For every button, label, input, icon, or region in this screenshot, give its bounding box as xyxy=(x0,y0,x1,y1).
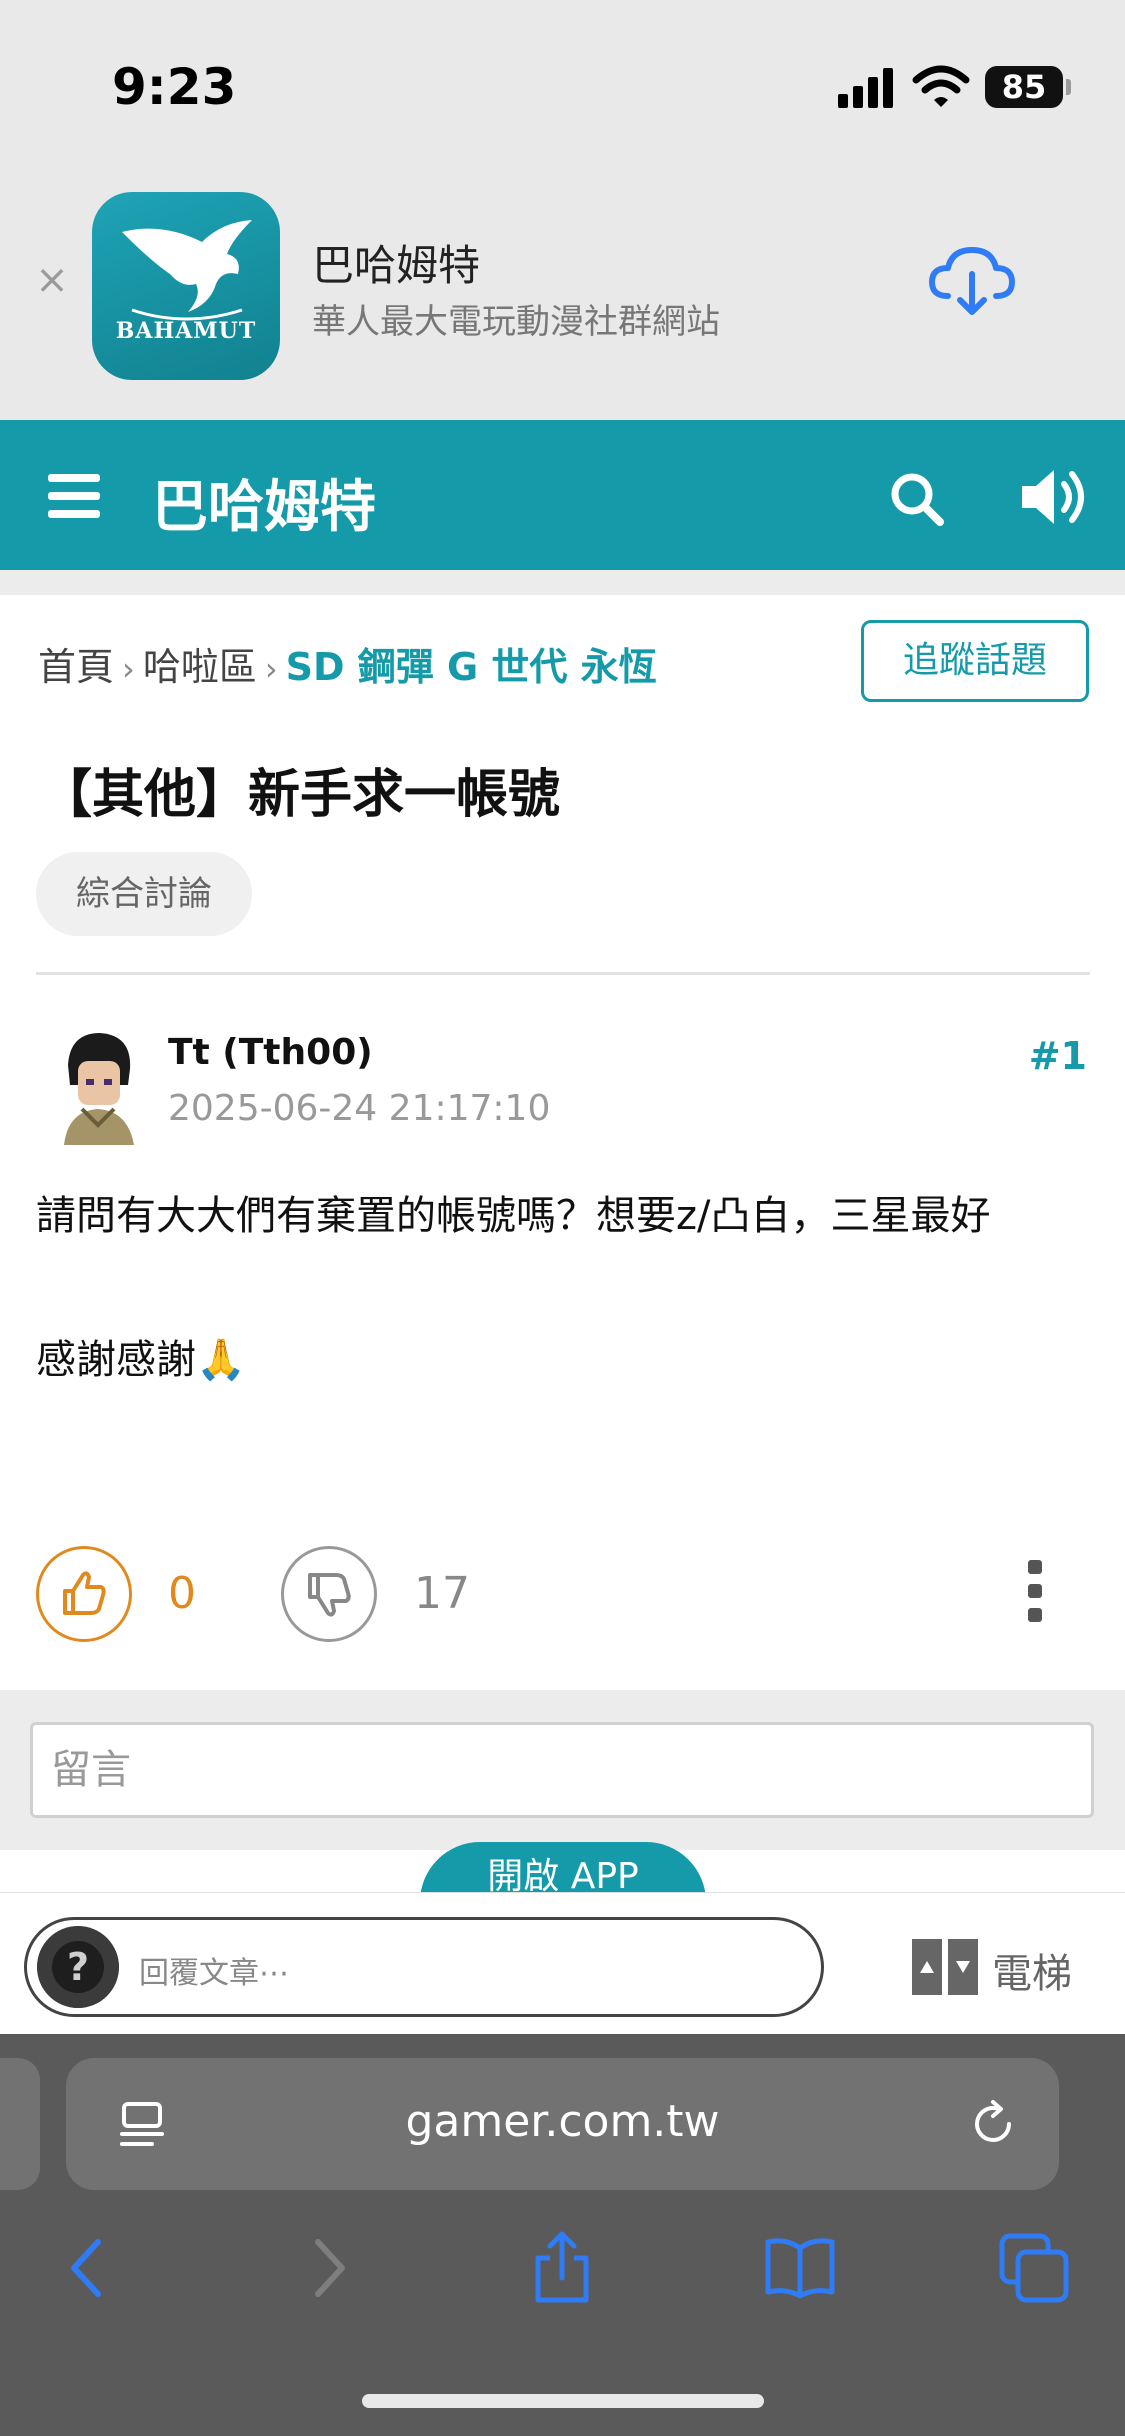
user-avatar-icon: ? xyxy=(37,1926,119,2008)
reply-placeholder: 回覆文章⋯ xyxy=(139,1956,289,1991)
search-icon[interactable] xyxy=(888,470,946,528)
speaker-icon[interactable] xyxy=(1018,466,1090,528)
dragon-logo-icon xyxy=(122,220,252,321)
forward-icon[interactable] xyxy=(290,2230,366,2306)
menu-icon[interactable] xyxy=(48,474,100,518)
home-indicator[interactable] xyxy=(362,2394,764,2408)
status-bar: 9:23 85 xyxy=(0,0,1125,170)
breadcrumb-section[interactable]: 哈啦區 xyxy=(143,645,257,689)
breadcrumb-current[interactable]: SD 鋼彈 G 世代 永恆 xyxy=(286,645,657,689)
floor-number[interactable]: #1 xyxy=(1029,1034,1087,1078)
elevator-label[interactable]: 電梯 xyxy=(992,1941,1072,1999)
breadcrumb-home[interactable]: 首頁 xyxy=(38,645,114,689)
reload-icon[interactable] xyxy=(967,2098,1019,2150)
divider xyxy=(36,972,1090,975)
url-text[interactable]: gamer.com.tw xyxy=(66,2096,1059,2147)
app-icon-label: BAHAMUT xyxy=(115,318,257,344)
browser-toolbar: gamer.com.tw xyxy=(0,2034,1125,2436)
post-body-line: 請問有大大們有棄置的帳號嗎？想要z/凸自，三星最好 xyxy=(36,1193,991,1239)
comment-input[interactable]: 留言 xyxy=(30,1722,1094,1818)
section-divider xyxy=(0,570,1125,595)
author-avatar[interactable] xyxy=(48,1025,148,1145)
category-chip[interactable]: 綜合討論 xyxy=(36,852,252,936)
bookmarks-icon[interactable] xyxy=(762,2230,838,2306)
post-title: 【其他】新手求一帳號 xyxy=(40,765,561,825)
reply-bar: ? 回覆文章⋯ 電梯 xyxy=(0,1892,1125,2034)
chevron-right-icon: › xyxy=(264,650,278,688)
like-count: 0 xyxy=(168,1568,196,1619)
thumbs-up-icon xyxy=(63,1571,106,1615)
dislike-button[interactable] xyxy=(281,1546,377,1642)
dislike-count: 17 xyxy=(414,1568,470,1619)
reply-input[interactable]: ? 回覆文章⋯ xyxy=(24,1917,824,2017)
tabs-icon[interactable] xyxy=(996,2230,1072,2306)
chevron-right-icon: › xyxy=(122,650,135,688)
previous-tab[interactable] xyxy=(0,2058,40,2190)
site-title[interactable]: 巴哈姆特 xyxy=(152,462,376,543)
author-name[interactable]: Tt (Tth00) xyxy=(168,1032,373,1073)
back-icon[interactable] xyxy=(50,2230,126,2306)
app-name: 巴哈姆特 xyxy=(312,241,481,290)
follow-topic-button[interactable]: 追蹤話題 xyxy=(861,620,1089,702)
more-options-icon[interactable] xyxy=(1025,1560,1045,1626)
elevator-icon[interactable] xyxy=(912,1939,978,1995)
close-icon[interactable]: × xyxy=(34,260,70,300)
status-time: 9:23 xyxy=(112,58,237,116)
address-bar[interactable]: gamer.com.tw xyxy=(66,2058,1059,2190)
app-description: 華人最大電玩動漫社群網站 xyxy=(312,302,720,342)
thumbs-down-icon xyxy=(308,1573,351,1617)
post-timestamp: 2025-06-24 21:17:10 xyxy=(168,1088,551,1129)
app-icon[interactable]: BAHAMUT xyxy=(92,192,280,380)
smart-app-banner: × BAHAMUT 巴哈姆特 華人最大電玩動漫社群網站 xyxy=(0,170,1125,420)
cellular-signal-icon xyxy=(838,68,893,108)
top-nav-bar: 巴哈姆特 xyxy=(0,420,1125,570)
share-icon[interactable] xyxy=(524,2230,600,2306)
wifi-icon xyxy=(912,65,970,107)
like-button[interactable] xyxy=(36,1546,132,1642)
battery-indicator: 85 xyxy=(985,66,1071,108)
cloud-download-icon[interactable] xyxy=(926,240,1016,320)
post-body: 請問有大大們有棄置的帳號嗎？想要z/凸自，三星最好 感謝感謝🙏 xyxy=(36,1180,1090,1396)
breadcrumb: 首頁 › 哈啦區 › SD 鋼彈 G 世代 永恆 xyxy=(38,636,657,691)
post-body-line: 感謝感謝🙏 xyxy=(36,1337,246,1383)
svg-text:?: ? xyxy=(67,1945,89,1989)
